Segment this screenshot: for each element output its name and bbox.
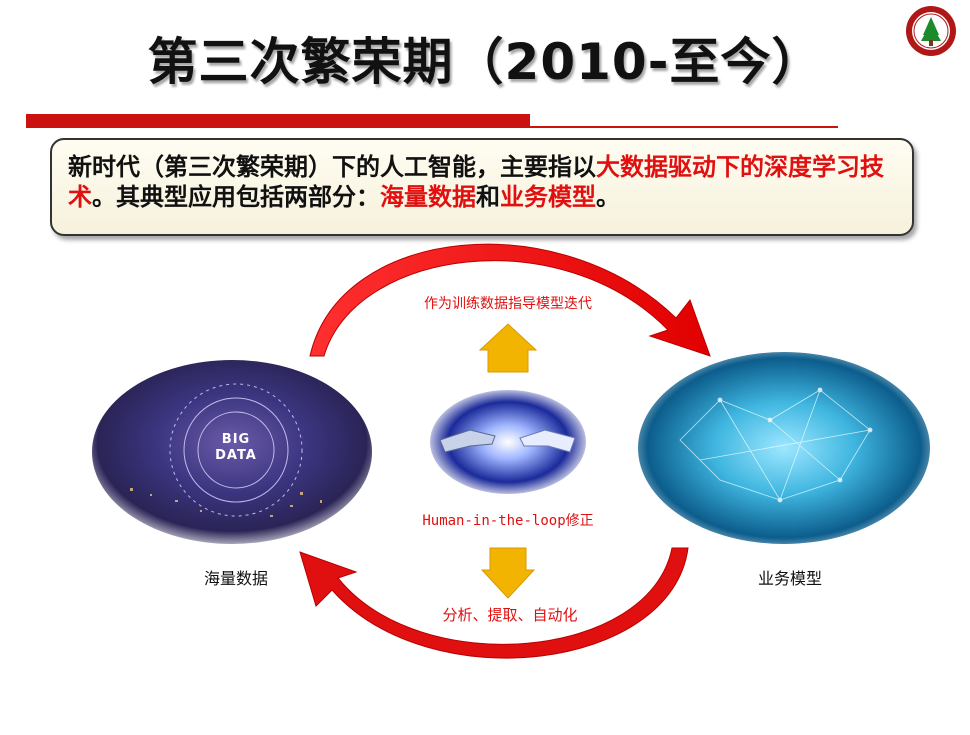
- down-arrow: [480, 547, 536, 599]
- bottom-arrow-label: 分析、提取、自动化: [442, 606, 578, 624]
- big-data-text: BIG DATA: [215, 432, 257, 463]
- up-arrow: [478, 323, 538, 373]
- top-arrow-label: 作为训练数据指导模型迭代: [424, 296, 592, 312]
- right-caption: 业务模型: [757, 569, 822, 588]
- business-model-brain-image: [638, 352, 930, 544]
- human-in-the-loop-label: Human-in-the-loop修正: [422, 513, 594, 529]
- left-caption: 海量数据: [203, 569, 268, 588]
